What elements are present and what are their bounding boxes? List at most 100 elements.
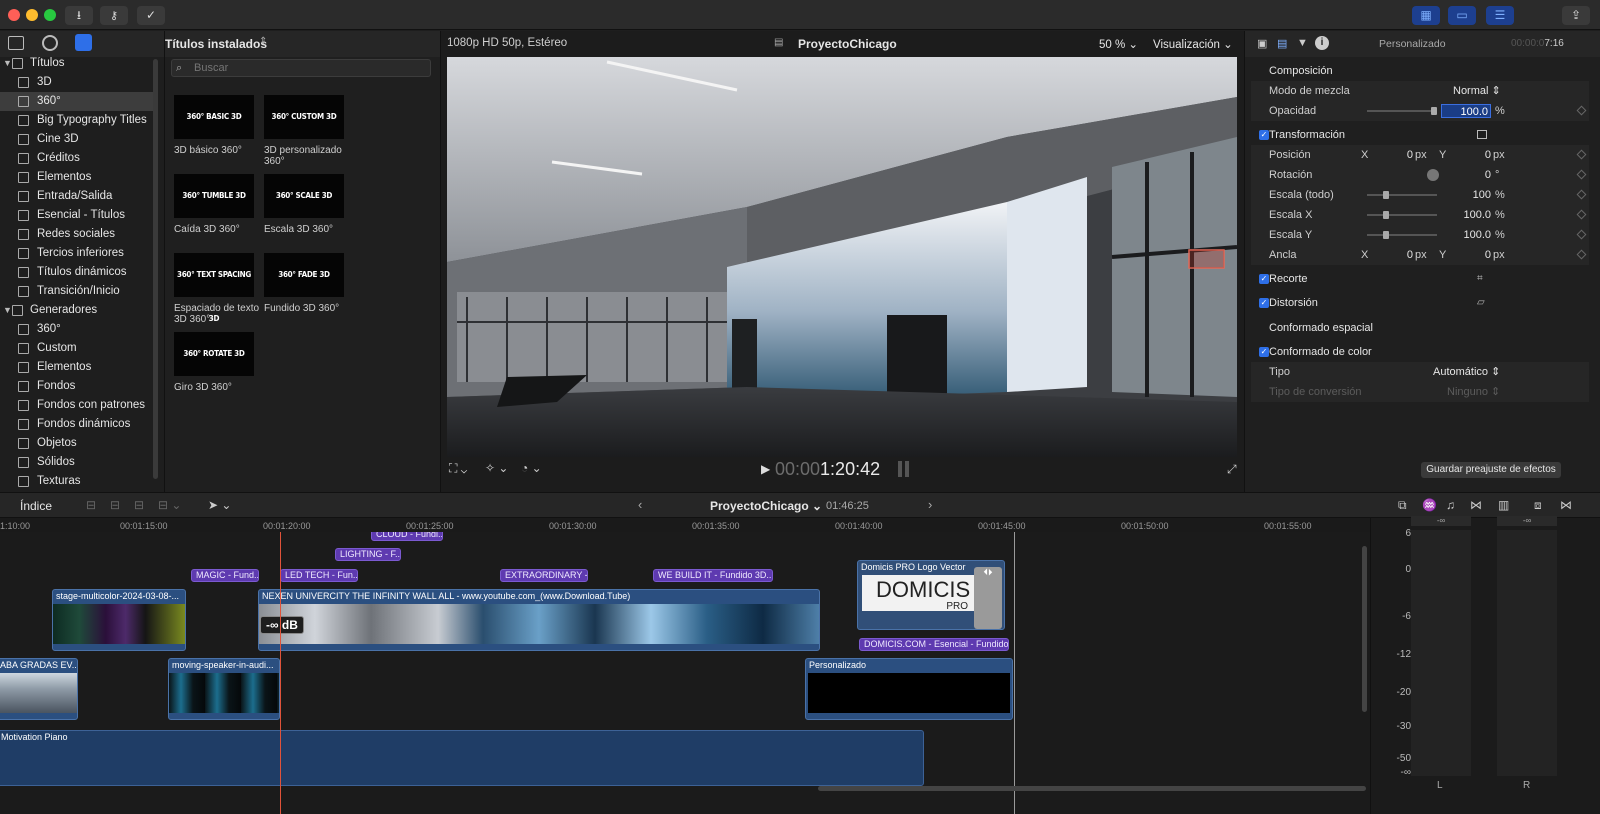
minimize-window-button[interactable] xyxy=(26,9,38,21)
scale-x-keyframe-button[interactable] xyxy=(1576,209,1587,220)
video-clip-stage-multicolor[interactable]: stage-multicolor-2024-03-08-... xyxy=(52,589,186,651)
sidebar-item[interactable]: Entrada/Salida xyxy=(0,187,156,206)
scale-x-slider[interactable] xyxy=(1367,211,1437,219)
anchor-y-field[interactable]: 0 xyxy=(1451,245,1491,265)
back-button[interactable]: ‹ xyxy=(638,497,642,512)
title-thumbnail[interactable]: 360° BASIC 3D xyxy=(174,95,254,139)
opacity-field[interactable]: 100.0 xyxy=(1441,104,1491,118)
background-tasks-button[interactable]: ✓ xyxy=(137,6,165,25)
transform-onscreen-button[interactable] xyxy=(1477,130,1487,139)
opacity-slider[interactable] xyxy=(1367,107,1437,115)
disclosure-triangle-icon[interactable]: ▼ xyxy=(3,301,12,320)
timeline-vertical-scrollbar[interactable] xyxy=(1362,546,1367,712)
sidebar-item[interactable]: Sólidos xyxy=(0,453,156,472)
conversion-type-popup[interactable]: Ninguno ⇕ xyxy=(1447,382,1500,402)
sidebar-item[interactable]: 360° xyxy=(0,320,156,339)
disclosure-triangle-icon[interactable]: ▼ xyxy=(3,57,12,73)
audio-skimming-button[interactable]: ♒ xyxy=(1422,498,1437,512)
close-timeline-index-button[interactable]: ⋈ xyxy=(1560,498,1572,512)
titles-generators-tab[interactable] xyxy=(75,34,92,51)
video-clip-personalizado[interactable]: Personalizado xyxy=(805,658,1013,720)
sidebar-item[interactable]: Fondos xyxy=(0,377,156,396)
solo-button[interactable]: ♫ xyxy=(1446,498,1455,512)
insert-clip-button[interactable]: ⊟ xyxy=(110,498,120,512)
sidebar-item[interactable]: Esencial - Títulos xyxy=(0,206,156,225)
scale-y-slider[interactable] xyxy=(1367,231,1437,239)
title-clip-domicis-com[interactable]: DOMICIS.COM - Esencial - Fundido xyxy=(859,638,1009,651)
sidebar-item[interactable]: Cine 3D xyxy=(0,130,156,149)
sidebar-item[interactable]: ▼ Títulos xyxy=(0,57,156,73)
forward-button[interactable]: › xyxy=(928,497,932,512)
blend-mode-popup[interactable]: Normal ⇕ xyxy=(1453,81,1501,101)
close-window-button[interactable] xyxy=(8,9,20,21)
transform-checkbox[interactable]: ✓ xyxy=(1259,130,1269,140)
color-inspector-tab[interactable]: ▼ xyxy=(1297,37,1308,49)
opacity-slider-knob[interactable] xyxy=(1431,107,1437,115)
rotation-field[interactable]: 0 xyxy=(1451,165,1491,185)
photos-audio-tab[interactable] xyxy=(42,35,58,51)
index-button[interactable]: Índice xyxy=(20,499,52,513)
title-clip-cloud[interactable]: CLOUD - Fundi... xyxy=(371,532,443,541)
tool-menu[interactable]: ➤ ⌄ xyxy=(208,498,231,512)
video-inspector-tab[interactable]: ▣ xyxy=(1257,37,1267,50)
scale-y-knob[interactable] xyxy=(1383,231,1389,239)
fullscreen-button[interactable]: ⤢ xyxy=(1227,462,1237,477)
sidebar-item[interactable]: 3D xyxy=(0,73,156,92)
transitions-browser-button[interactable]: ⧈ xyxy=(1534,498,1542,513)
zoom-window-button[interactable] xyxy=(44,9,56,21)
video-clip-moving-speaker[interactable]: moving-speaker-in-audi... xyxy=(168,658,280,720)
title-thumbnail[interactable]: 360° CUSTOM 3D xyxy=(264,95,344,139)
film-inspector-tab[interactable]: ▤ xyxy=(1277,37,1287,50)
rotation-keyframe-button[interactable] xyxy=(1576,169,1587,180)
sidebar-scrollbar[interactable] xyxy=(153,59,158,479)
browser-title[interactable]: Títulos instalados xyxy=(165,37,267,51)
timeline-ruler[interactable]: 1:10:00 00:01:15:00 00:01:20:00 00:01:25:00… xyxy=(0,518,1370,532)
sidebar-item[interactable]: Custom xyxy=(0,339,156,358)
title-clip-we-build-it[interactable]: WE BUILD IT - Fundido 3D... xyxy=(653,569,773,582)
scale-all-keyframe-button[interactable] xyxy=(1576,189,1587,200)
distort-checkbox[interactable]: ✓ xyxy=(1259,298,1269,308)
show-timeline-button[interactable]: ▭ xyxy=(1448,6,1476,25)
scale-x-knob[interactable] xyxy=(1383,211,1389,219)
sidebar-item[interactable]: 360° xyxy=(0,92,156,111)
scale-all-slider[interactable] xyxy=(1367,191,1437,199)
sidebar-item[interactable]: Fondos dinámicos xyxy=(0,415,156,434)
speed-menu[interactable]: ◔ ⌄ xyxy=(521,461,542,475)
video-clip-nexen-infinity-wall[interactable]: NEXEN UNIVERCITY THE INFINITY WALL ALL -… xyxy=(258,589,820,651)
anchor-x-field[interactable]: 0 xyxy=(1371,245,1413,265)
snapping-button[interactable]: ⋈ xyxy=(1470,498,1482,512)
sidebar-item[interactable]: Elementos xyxy=(0,358,156,377)
share-button[interactable]: ⇪ xyxy=(1562,6,1590,25)
zoom-menu[interactable]: 50 % ⌄ xyxy=(1099,37,1138,51)
distort-onscreen-button[interactable]: ▱ xyxy=(1477,293,1485,313)
connect-clip-button[interactable]: ⊟ xyxy=(86,498,96,512)
title-clip-led-tech[interactable]: LED TECH - Fun... xyxy=(280,569,358,582)
show-inspector-button[interactable]: ☰ xyxy=(1486,6,1514,25)
sidebar-item[interactable]: Transición/Inicio xyxy=(0,282,156,301)
sidebar-item[interactable]: Títulos dinámicos xyxy=(0,263,156,282)
sidebar-item[interactable]: Elementos xyxy=(0,168,156,187)
sidebar-item[interactable]: Fondos con patrones xyxy=(0,396,156,415)
conform-type-popup[interactable]: Automático ⇕ xyxy=(1433,362,1500,382)
audio-clip-motivation-piano[interactable]: Motivation Piano xyxy=(0,730,924,786)
title-thumbnail[interactable]: 360° FADE 3D xyxy=(264,253,344,297)
scale-all-field[interactable]: 100 xyxy=(1451,185,1491,205)
crop-onscreen-button[interactable]: ⌗ xyxy=(1477,269,1483,289)
rotation-dial[interactable] xyxy=(1427,169,1439,181)
sidebar-item[interactable]: Redes sociales xyxy=(0,225,156,244)
save-effects-preset-button[interactable]: Guardar preajuste de efectos xyxy=(1421,462,1561,478)
video-frame[interactable] xyxy=(447,57,1237,457)
title-clip-extraordinary[interactable]: EXTRAORDINARY -... xyxy=(500,569,588,582)
position-y-field[interactable]: 0 xyxy=(1451,145,1491,165)
viewer-timecode[interactable]: 00:001:20:42 xyxy=(775,459,880,480)
search-field[interactable]: ⌕ xyxy=(171,59,431,77)
scale-y-field[interactable]: 100.0 xyxy=(1451,225,1491,245)
video-clip-domicis-logo[interactable]: Domicis PRO Logo Vector DOMICIS PRO ⏴⏵ xyxy=(857,560,1005,630)
keywords-button[interactable]: ⚷ xyxy=(100,6,128,25)
opacity-keyframe-button[interactable] xyxy=(1576,105,1587,116)
sidebar-item[interactable]: Créditos xyxy=(0,149,156,168)
info-inspector-tab[interactable]: i xyxy=(1315,36,1329,50)
transform-tool-menu[interactable]: ⛶ ⌄ xyxy=(449,461,467,476)
show-browser-button[interactable]: ▦ xyxy=(1412,6,1440,25)
libraries-tab[interactable] xyxy=(8,36,24,50)
